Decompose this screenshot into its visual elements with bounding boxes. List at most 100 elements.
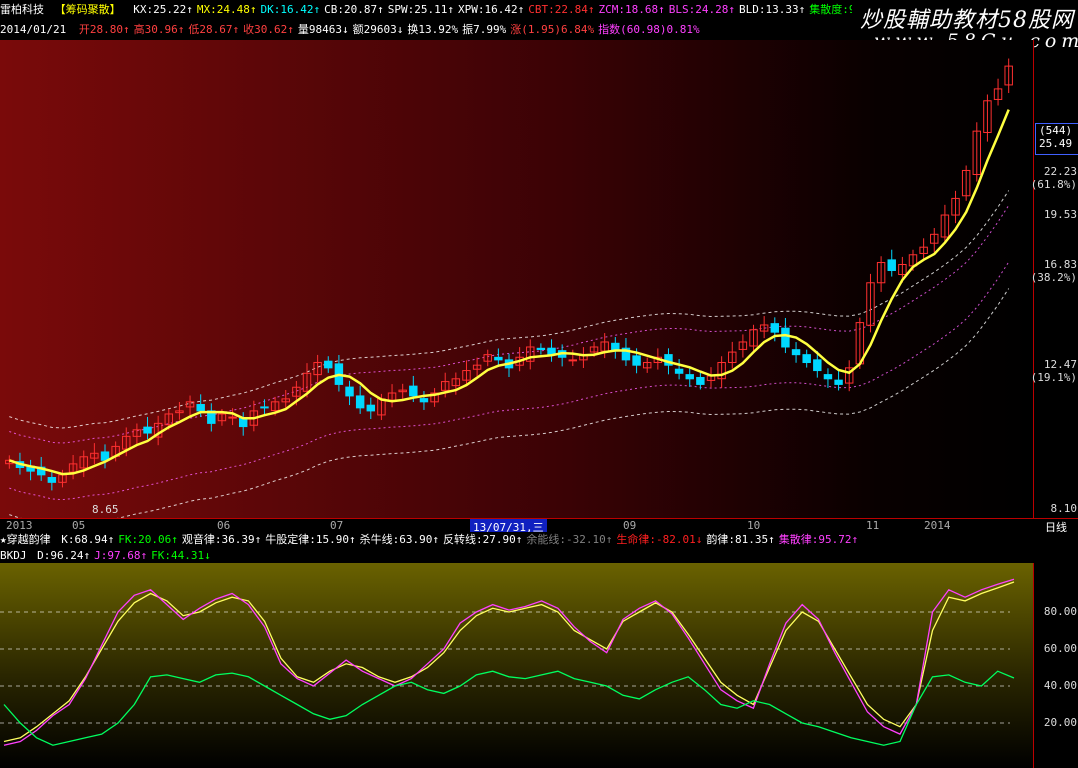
field-arrow: ↓ — [396, 23, 404, 36]
field-arrow: ↑ — [515, 533, 523, 546]
price-tick: 12.47 — [1043, 357, 1077, 371]
field-value: 68.94 — [74, 533, 108, 546]
field-6: CBT:22.84↑ — [528, 3, 594, 16]
date-label: 05 — [72, 519, 86, 532]
field-value: -32.10 — [566, 533, 606, 546]
field-8: 涨(1.95)6.84% — [510, 23, 594, 36]
field-label: FK: — [151, 549, 171, 562]
field-label: 收 — [243, 23, 255, 36]
rhythm-title[interactable]: ★穿越韵律 — [0, 533, 51, 546]
field-arrow: ↑ — [851, 533, 859, 546]
field-label: 观音律: — [181, 533, 222, 546]
date-label: 07 — [330, 519, 344, 532]
field-value: 30.96 — [144, 23, 178, 36]
field-arrow: ↑ — [447, 3, 454, 16]
candle-body — [366, 404, 376, 412]
field-value: 13.33 — [765, 3, 799, 16]
stock-name[interactable]: 雷柏科技 — [0, 3, 44, 16]
bkdj-tick: 60.00 — [1043, 642, 1077, 655]
current-count: (544) — [1039, 124, 1073, 137]
date-axis: 2013 05 06 07 09 10 11 2014 13/07/31,三 日线 — [0, 518, 1078, 535]
field-value: 13.92% — [418, 23, 459, 36]
field-6: 换13.92% — [407, 23, 458, 36]
field-label: 集散度: — [809, 3, 849, 16]
field-label: 余能线: — [526, 533, 566, 546]
field-label: XPW: — [458, 3, 485, 16]
bkdj-chart[interactable] — [0, 563, 1033, 768]
field-value: 30.62 — [254, 23, 288, 36]
bkdj-title[interactable]: BKDJ — [0, 549, 27, 562]
candle-body — [632, 355, 641, 366]
price-chart[interactable]: 8.65 — [0, 40, 1033, 518]
rhythm-header: ★穿越韵律 K:68.94↑ FK:20.06↑ 观音律:36.39↑ 牛股定律:15… — [0, 532, 1078, 548]
field-7: 生命律:-82.01↓ — [616, 533, 702, 546]
candle-body — [611, 342, 620, 351]
field-label: K: — [61, 533, 75, 546]
rhythm-fields: K:68.94↑ FK:20.06↑ 观音律:36.39↑ 牛股定律:15.90↑ 杀牛… — [61, 533, 862, 546]
current-price: 25.49 — [1039, 137, 1073, 150]
field-0: D:96.24↑ — [37, 549, 90, 562]
candle-body — [823, 374, 833, 380]
field-arrow: ↑ — [768, 533, 775, 546]
candle-body — [196, 404, 205, 412]
field-2: FK:44.31↓ — [151, 549, 211, 562]
bkdj-tick: 80.00 — [1043, 605, 1077, 618]
field-0: KX:25.22↑ — [133, 3, 193, 16]
field-label: 涨 — [510, 23, 522, 36]
field-4: 量98463↓ — [298, 23, 349, 36]
candle-body — [409, 385, 418, 397]
quote-fields: 开28.80↑ 高30.96↑ 低28.67↑ 收30.62↑ 量98463↓ 额2960… — [79, 23, 704, 36]
field-arrow: ↑ — [605, 533, 613, 546]
field-value: 28.80 — [89, 23, 123, 36]
field-value: 20.87 — [344, 3, 378, 16]
field-label: D: — [37, 549, 51, 562]
field-value: 96.24 — [50, 549, 84, 562]
field-4: SPW:25.11↑ — [388, 3, 454, 16]
field-label: 高 — [133, 23, 145, 36]
field-7: 振7.99% — [462, 23, 506, 36]
field-1: 高30.96↑ — [134, 23, 185, 36]
field-7: ZCM:18.68↑ — [599, 3, 665, 16]
field-arrow: ↓ — [341, 23, 349, 36]
price-tick-pct: (38.2%) — [1030, 270, 1077, 284]
price-axis: (544) 25.49 22.23 (61.8%) 19.53 16.83 (38.2%… — [1030, 40, 1078, 518]
field-value: 24.28 — [695, 3, 729, 16]
candle-body — [781, 327, 790, 348]
field-label: 生命律: — [616, 533, 656, 546]
field-2: DK:16.42↑ — [261, 3, 321, 16]
candle-body — [345, 386, 354, 397]
field-arrow: ↑ — [186, 3, 193, 16]
price-tick: 22.23 — [1043, 165, 1077, 178]
bkdj-axis: 80.00 60.00 40.00 20.00 — [1033, 563, 1078, 768]
candle-body — [238, 417, 248, 428]
field-arrow: ↑ — [798, 3, 806, 16]
field-0: K:68.94↑ — [61, 533, 114, 546]
quote-header: 2014/01/21 开28.80↑ 高30.96↑ 低28.67↑ 收30.62↑ 量… — [0, 20, 850, 40]
field-5: 反转线:27.90↑ — [443, 533, 522, 546]
field-5: XPW:16.42↑ — [458, 3, 524, 16]
field-value: -82.01 — [656, 533, 696, 546]
indicator-name[interactable]: 【筹码聚散】 — [55, 3, 121, 16]
field-value: 24.48 — [216, 3, 250, 16]
bkdj-tick: 40.00 — [1043, 679, 1077, 692]
field-label: BLD: — [739, 3, 766, 16]
field-2: 低28.67↑ — [188, 23, 239, 36]
field-value: 36.39 — [221, 533, 255, 546]
field-label: ZCM: — [598, 3, 626, 16]
field-arrow: ↑ — [349, 533, 356, 546]
field-3: CB:20.87↑ — [324, 3, 384, 16]
candle-body — [674, 368, 684, 374]
field-arrow: ↑ — [249, 3, 257, 16]
field-label: MX: — [196, 3, 217, 16]
field-value: 7.99% — [473, 23, 507, 36]
field-arrow: ↑ — [432, 533, 439, 546]
field-label: BLS: — [668, 3, 696, 16]
date-label: 09 — [623, 519, 637, 532]
field-label: 韵律: — [706, 533, 735, 546]
field-value: 25.11 — [414, 3, 448, 16]
field-value: 29603 — [363, 23, 397, 36]
candle-body — [802, 354, 811, 364]
field-label: 反转线: — [443, 533, 483, 546]
candle-body — [419, 398, 429, 403]
field-value: 16.42 — [484, 3, 518, 16]
